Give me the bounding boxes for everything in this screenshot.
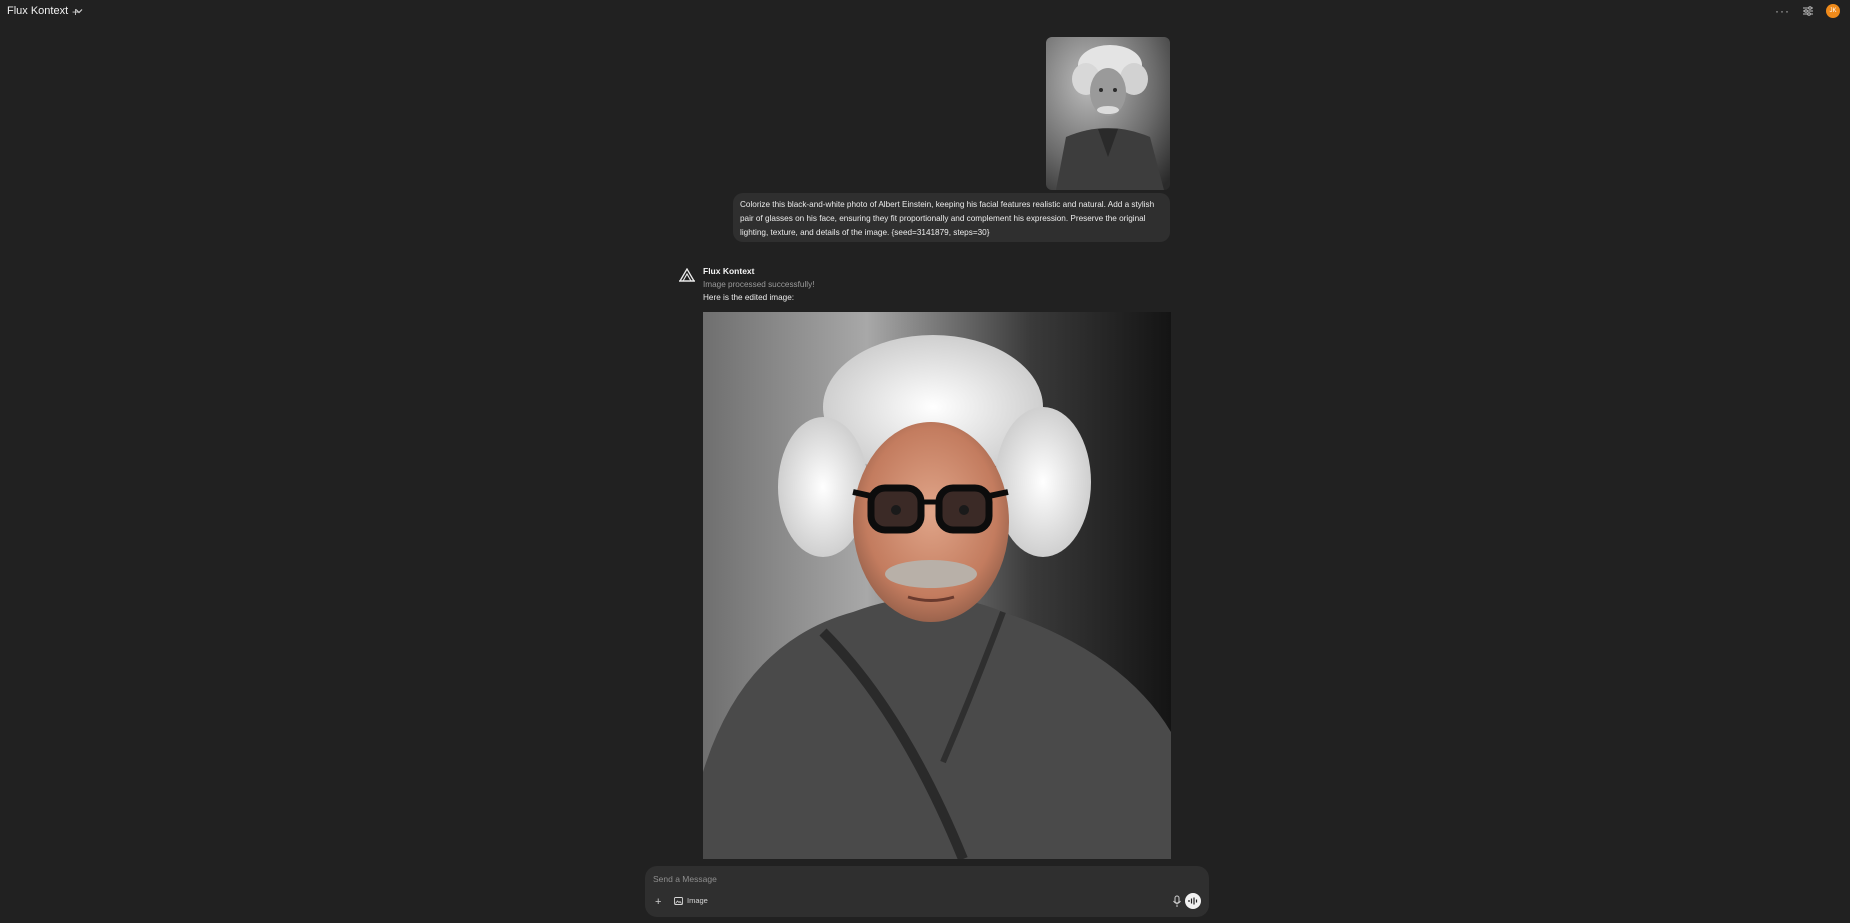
image-toggle-label: Image — [687, 896, 708, 905]
assistant-name: Flux Kontext — [703, 266, 755, 276]
flux-logo-icon — [679, 268, 695, 282]
message-input[interactable] — [653, 872, 1123, 886]
user-message-text: Colorize this black-and-white photo of A… — [740, 200, 1155, 237]
portrait-color-image — [703, 312, 1171, 859]
waveform-icon — [1188, 897, 1198, 905]
more-horizontal-icon[interactable]: ··· — [1775, 4, 1790, 18]
model-name: Flux Kontext — [7, 5, 69, 17]
image-toggle-button[interactable]: Image — [674, 896, 708, 905]
top-bar: Flux Kontext + ··· JK — [0, 0, 1850, 26]
image-icon — [674, 896, 683, 905]
user-uploaded-image[interactable] — [1046, 37, 1170, 190]
portrait-bw-image — [1046, 37, 1170, 190]
sliders-icon[interactable] — [1802, 5, 1814, 17]
user-message: Colorize this black-and-white photo of A… — [733, 193, 1170, 242]
status-message: Image processed successfully! — [703, 280, 815, 289]
plus-icon[interactable]: + — [72, 5, 79, 19]
plus-icon[interactable]: + — [655, 896, 661, 908]
avatar-initials: JK — [1829, 8, 1837, 14]
avatar[interactable]: JK — [1826, 4, 1840, 18]
assistant-message-text: Here is the edited image: — [703, 293, 795, 302]
edited-image[interactable] — [703, 312, 1171, 859]
microphone-icon[interactable] — [1172, 895, 1182, 908]
voice-mode-button[interactable] — [1185, 893, 1201, 909]
message-composer: + Image — [645, 866, 1209, 917]
